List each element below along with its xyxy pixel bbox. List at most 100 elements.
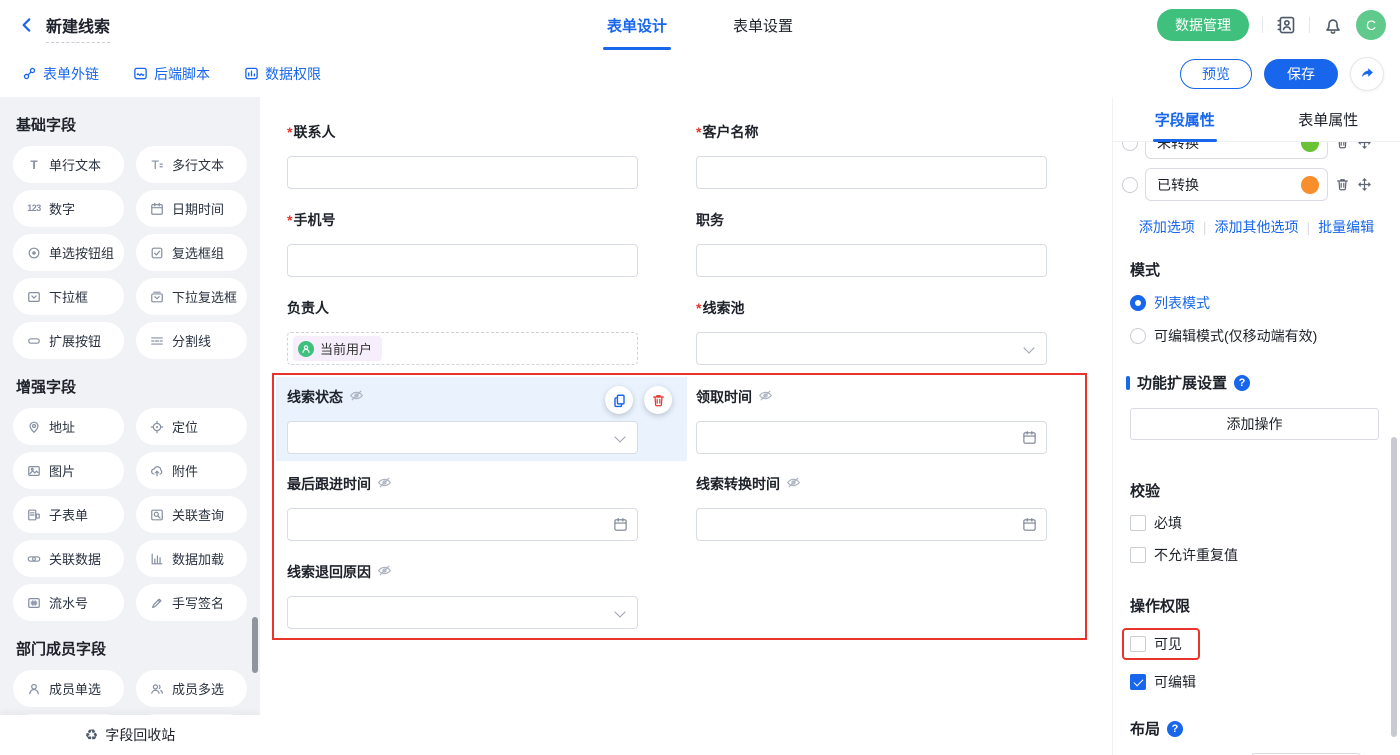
option-action-link[interactable]: 添加其他选项 xyxy=(1215,217,1299,237)
move-icon[interactable] xyxy=(1357,142,1372,150)
form-field-label-row: 线索转换时间 xyxy=(696,474,1047,494)
mode-radio[interactable] xyxy=(1130,328,1146,344)
header-tab[interactable]: 表单设置 xyxy=(729,0,797,50)
field-type-button[interactable]: 图片 xyxy=(13,452,124,489)
question-icon[interactable]: ? xyxy=(1167,721,1183,737)
option-radio[interactable] xyxy=(1122,142,1138,151)
move-icon[interactable] xyxy=(1357,177,1372,192)
sidebar-scrollbar[interactable] xyxy=(252,617,258,673)
data-manage-button[interactable]: 数据管理 xyxy=(1157,9,1249,41)
calendar-icon xyxy=(1022,517,1037,537)
copy-field-button[interactable] xyxy=(605,386,633,414)
field-type-button[interactable]: T单行文本 xyxy=(13,146,124,183)
form-field[interactable]: 负责人当前用户 xyxy=(287,298,638,365)
date-field[interactable] xyxy=(696,508,1047,541)
permission-checkbox-row[interactable]: 可编辑 xyxy=(1130,672,1400,692)
mode-radio-row[interactable]: 可编辑模式(仅移动端有效) xyxy=(1130,326,1400,346)
field-type-button[interactable]: 成员多选 xyxy=(136,670,247,707)
field-type-button[interactable]: 附件 xyxy=(136,452,247,489)
field-type-button[interactable]: 单选按钮组 xyxy=(13,234,124,271)
option-action-link[interactable]: 批量编辑 xyxy=(1318,217,1374,237)
preview-button[interactable]: 预览 xyxy=(1180,59,1252,89)
select-field[interactable] xyxy=(696,332,1047,365)
field-type-button[interactable]: 成员单选 xyxy=(13,670,124,707)
checkbox[interactable] xyxy=(1130,636,1146,652)
field-type-button[interactable]: 关联数据 xyxy=(13,540,124,577)
text-input-field[interactable] xyxy=(287,156,638,189)
field-type-button[interactable]: 分割线 xyxy=(136,322,247,359)
panel-scrollbar[interactable] xyxy=(1391,437,1397,737)
field-recycle-bin[interactable]: ♻ 字段回收站 xyxy=(0,715,260,755)
field-type-button[interactable]: 子表单 xyxy=(13,496,124,533)
delete-field-button[interactable] xyxy=(644,386,672,414)
option-radio[interactable] xyxy=(1122,177,1138,193)
field-type-button[interactable]: 123数字 xyxy=(13,190,124,227)
form-field[interactable]: *联系人 xyxy=(287,122,638,189)
expand-button-icon xyxy=(26,334,42,348)
form-field[interactable]: 职务 xyxy=(696,210,1047,277)
toolbar-link[interactable]: 后端脚本 xyxy=(133,64,210,84)
share-button[interactable] xyxy=(1350,57,1384,91)
form-field[interactable]: 线索转换时间 xyxy=(696,474,1047,541)
toolbar-link[interactable]: 表单外链 xyxy=(22,64,99,84)
form-field[interactable]: 线索退回原因 xyxy=(287,562,638,629)
form-field[interactable]: 线索状态 xyxy=(287,387,638,454)
toolbar-link[interactable]: 数据权限 xyxy=(244,64,321,84)
select-field[interactable] xyxy=(287,596,638,629)
validation-checkbox-row[interactable]: 不允许重复值 xyxy=(1130,545,1400,565)
form-field[interactable]: 领取时间 xyxy=(696,387,1047,454)
field-type-button[interactable]: 下拉复选框 xyxy=(136,278,247,315)
option-color-dot[interactable] xyxy=(1301,142,1319,152)
text-input-field[interactable] xyxy=(287,244,638,277)
date-field[interactable] xyxy=(696,421,1047,454)
option-color-dot[interactable] xyxy=(1301,176,1319,194)
form-field[interactable]: *线索池 xyxy=(696,298,1047,365)
validation-checkbox-row[interactable]: 必填 xyxy=(1130,513,1400,533)
add-action-button[interactable]: 添加操作 xyxy=(1130,408,1379,440)
user-field-box[interactable]: 当前用户 xyxy=(287,332,638,365)
text-input-field[interactable] xyxy=(696,244,1047,277)
form-field-label: 职务 xyxy=(696,210,724,230)
form-canvas: *联系人 *客户名称 *手机号 职务负责人当前用户 *线索池线索状态领取时间最后跟进时间… xyxy=(260,97,1112,755)
field-type-button[interactable]: 多行文本 xyxy=(136,146,247,183)
trash-icon[interactable] xyxy=(1335,177,1350,192)
field-type-button[interactable]: 定位 xyxy=(136,408,247,445)
save-button[interactable]: 保存 xyxy=(1264,59,1338,89)
mode-radio-row[interactable]: 列表模式 xyxy=(1130,293,1400,313)
question-icon[interactable]: ? xyxy=(1234,375,1250,391)
date-field[interactable] xyxy=(287,508,638,541)
checkbox[interactable] xyxy=(1130,547,1146,563)
sidebar-section-grid: T单行文本多行文本 123数字日期时间单选按钮组复选框组下拉框下拉复选框扩展按钮分… xyxy=(0,146,260,359)
properties-panel: 字段属性表单属性 未转换已转换添加选项|添加其他选项|批量编辑模式列表模式可编辑… xyxy=(1112,97,1400,755)
field-type-button[interactable]: 手写签名 xyxy=(136,584,247,621)
checkbox[interactable] xyxy=(1130,515,1146,531)
field-type-button[interactable]: 流水号 xyxy=(13,584,124,621)
field-type-button[interactable]: 数据加载 xyxy=(136,540,247,577)
contacts-icon[interactable] xyxy=(1276,15,1296,35)
form-field[interactable]: *客户名称 xyxy=(696,122,1047,189)
trash-icon[interactable] xyxy=(1335,142,1350,150)
field-type-button[interactable]: 地址 xyxy=(13,408,124,445)
back-icon[interactable] xyxy=(18,16,36,34)
option-action-link[interactable]: 添加选项 xyxy=(1139,217,1195,237)
field-type-button[interactable]: 复选框组 xyxy=(136,234,247,271)
option-input[interactable]: 未转换 xyxy=(1145,142,1328,159)
option-input[interactable]: 已转换 xyxy=(1145,168,1328,201)
checkbox[interactable] xyxy=(1130,674,1146,690)
eye-off-icon xyxy=(377,563,392,581)
field-type-button[interactable]: 日期时间 xyxy=(136,190,247,227)
select-field[interactable] xyxy=(287,421,638,454)
permission-checkbox-row[interactable]: 可见 xyxy=(1130,628,1400,660)
field-type-button[interactable]: 下拉框 xyxy=(13,278,124,315)
panel-tab[interactable]: 表单属性 xyxy=(1257,97,1400,141)
panel-tab[interactable]: 字段属性 xyxy=(1113,97,1257,141)
field-type-button[interactable]: 关联查询 xyxy=(136,496,247,533)
text-input-field[interactable] xyxy=(696,156,1047,189)
header-tab[interactable]: 表单设计 xyxy=(603,0,671,50)
bell-icon[interactable] xyxy=(1323,15,1343,35)
form-field[interactable]: 最后跟进时间 xyxy=(287,474,638,541)
field-type-button[interactable]: 扩展按钮 xyxy=(13,322,124,359)
form-field[interactable]: *手机号 xyxy=(287,210,638,277)
avatar[interactable]: C xyxy=(1356,10,1386,40)
mode-radio[interactable] xyxy=(1130,295,1146,311)
